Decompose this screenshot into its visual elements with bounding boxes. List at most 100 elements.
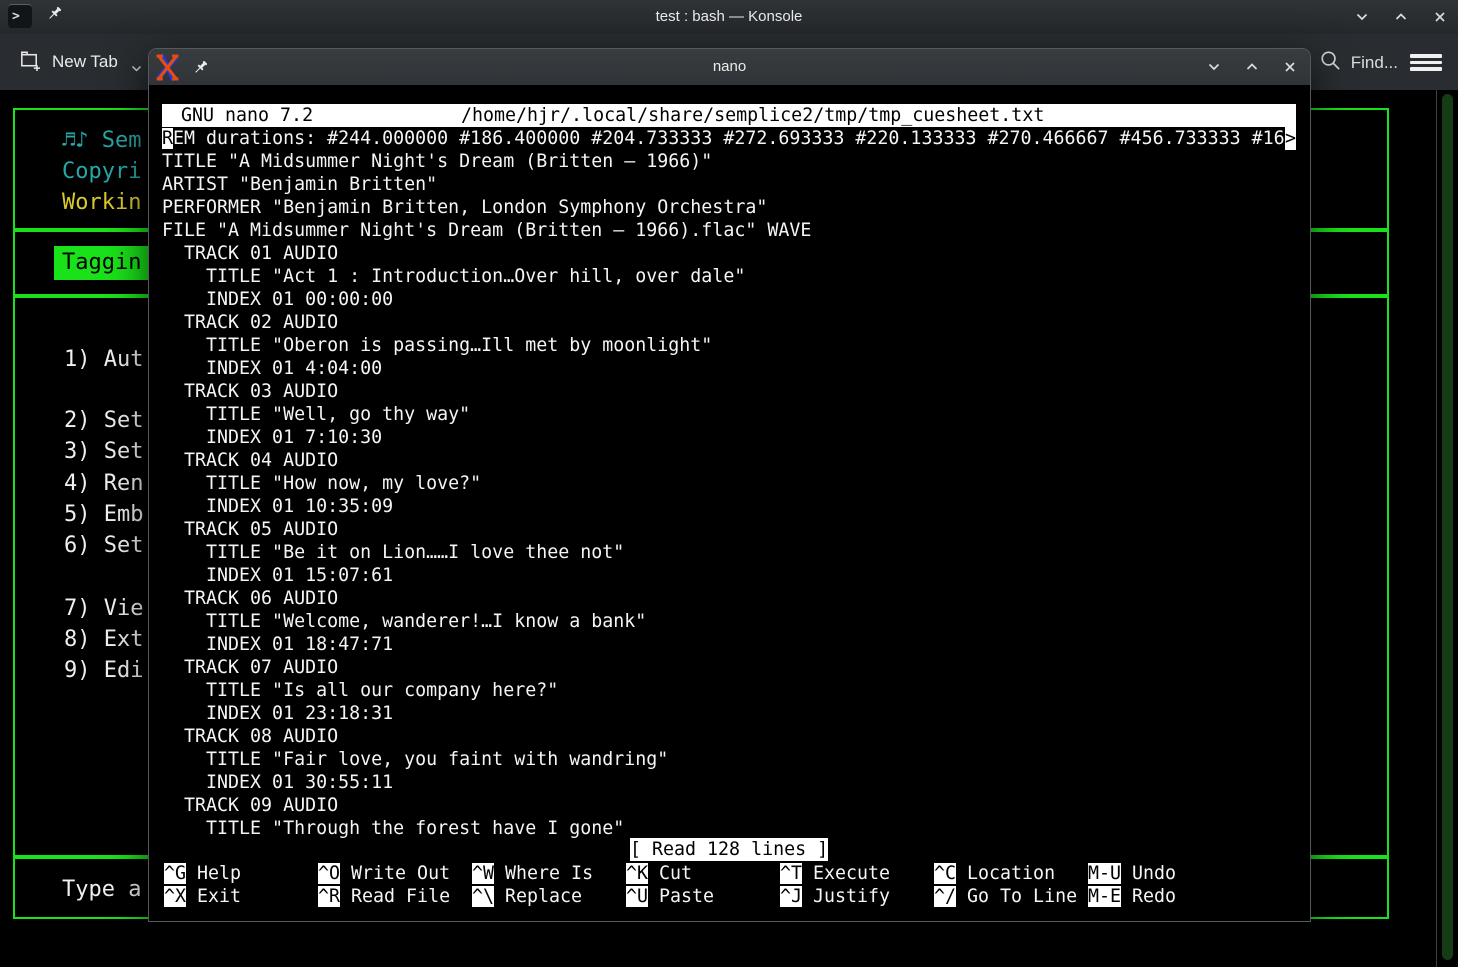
bg-highlighted-mode: Taggin [54, 246, 151, 280]
bg-menu-item: 1) Aut [64, 345, 143, 375]
new-tab-label: New Tab [52, 52, 118, 72]
shortcut-write-out: ^O Write Out [318, 862, 450, 885]
shortcut-key: ^J [780, 886, 802, 907]
nano-titlebar[interactable]: nano [149, 49, 1310, 85]
terminal-scrollbar[interactable] [1442, 94, 1453, 960]
maximize-icon[interactable] [1393, 9, 1409, 25]
editor-line: TITLE "How now, my love?" [162, 472, 1296, 495]
editor-line: TRACK 06 AUDIO [162, 587, 1296, 610]
editor-line: INDEX 01 00:00:00 [162, 288, 1296, 311]
shortcut-exit: ^X Exit [164, 885, 241, 908]
editor-line: INDEX 01 15:07:61 [162, 564, 1296, 587]
shortcut-go-to-line: ^/ Go To Line [934, 885, 1077, 908]
shortcut-redo: M-E Redo [1088, 885, 1176, 908]
shortcut-replace: ^\ Replace [472, 885, 582, 908]
minimize-icon[interactable] [1354, 9, 1370, 25]
editor-line: TRACK 02 AUDIO [162, 311, 1296, 334]
editor-line: TRACK 05 AUDIO [162, 518, 1296, 541]
shortcut-key: ^/ [934, 886, 956, 907]
shortcut-undo: M-U Undo [1088, 862, 1176, 885]
nano-window-title: nano [149, 49, 1310, 85]
find-label: Find... [1351, 53, 1398, 73]
editor-line: TRACK 09 AUDIO [162, 794, 1296, 817]
editor-lines: REM durations: #244.000000 #186.400000 #… [162, 85, 1296, 921]
editor-line: TRACK 08 AUDIO [162, 725, 1296, 748]
editor-line: TRACK 01 AUDIO [162, 242, 1296, 265]
xterm-icon [156, 54, 179, 86]
search-icon [1319, 49, 1342, 77]
editor-line: TITLE "Fair love, you faint with wandrin… [162, 748, 1296, 771]
editor-line: TITLE "Through the forest have I gone" [162, 817, 1296, 840]
bg-menu-item: 7) Vie [64, 594, 143, 624]
maximize-icon[interactable] [1244, 59, 1260, 75]
editor-line: TRACK 04 AUDIO [162, 449, 1296, 472]
shortcut-key: ^C [934, 863, 956, 884]
editor-line: TITLE "Act 1 : Introduction…Over hill, o… [162, 265, 1296, 288]
shortcut-key: ^G [164, 863, 186, 884]
editor-line: ARTIST "Benjamin Britten" [162, 173, 1296, 196]
shortcut-location: ^C Location [934, 862, 1055, 885]
shortcut-key: M-U [1088, 863, 1121, 884]
minimize-icon[interactable] [1206, 59, 1222, 75]
editor-line: INDEX 01 30:55:11 [162, 771, 1296, 794]
editor-line: INDEX 01 7:10:30 [162, 426, 1296, 449]
editor-line: INDEX 01 18:47:71 [162, 633, 1296, 656]
shortcut-paste: ^U Paste [626, 885, 714, 908]
editor-line: TITLE "Is all our company here?" [162, 679, 1296, 702]
editor-line: INDEX 01 23:18:31 [162, 702, 1296, 725]
find-button[interactable]: Find... [1319, 49, 1398, 77]
shortcut-execute: ^T Execute [780, 862, 890, 885]
editor-line: TITLE "Welcome, wanderer!…I know a bank" [162, 610, 1296, 633]
shortcut-cut: ^K Cut [626, 862, 692, 885]
shortcut-key: ^\ [472, 886, 494, 907]
bg-working-line: Workin [62, 188, 141, 218]
shortcut-key: ^O [318, 863, 340, 884]
bg-menu-item: 8) Ext [64, 625, 143, 655]
konsole-titlebar[interactable]: > test : bash — Konsole [0, 0, 1458, 34]
bg-menu-item: 9) Edi [64, 656, 143, 686]
new-tab-chevron-icon [131, 58, 142, 78]
editor-line: TITLE "Oberon is passing…Ill met by moon… [162, 334, 1296, 357]
new-tab-icon [18, 48, 41, 76]
shortcut-key: M-E [1088, 886, 1121, 907]
close-icon[interactable] [1282, 59, 1298, 75]
shortcut-key: ^T [780, 863, 802, 884]
nano-editor-area[interactable]: GNU nano 7.2 /home/hjr/.local/share/semp… [149, 85, 1310, 921]
close-icon[interactable] [1432, 9, 1448, 25]
bg-app-banner: ♬♪ Sem [62, 126, 141, 156]
editor-line: TITLE "Well, go thy way" [162, 403, 1296, 426]
scrollbar-track-divider [1436, 90, 1437, 967]
shortcut-help: ^G Help [164, 862, 241, 885]
pin-icon[interactable] [46, 5, 63, 27]
nano-window: nano GNU nano 7.2 /home/hjr/.local/share… [148, 48, 1311, 922]
editor-line: TRACK 03 AUDIO [162, 380, 1296, 403]
shortcut-key: ^R [318, 886, 340, 907]
new-tab-button[interactable]: New Tab [18, 47, 142, 77]
editor-line: TITLE "A Midsummer Night's Dream (Britte… [162, 150, 1296, 173]
shortcut-where-is: ^W Where Is [472, 862, 593, 885]
shortcut-justify: ^J Justify [780, 885, 890, 908]
editor-line: TITLE "Be it on Lion……I love thee not" [162, 541, 1296, 564]
bg-menu-item: 6) Set [64, 531, 143, 561]
shortcut-key: ^K [626, 863, 648, 884]
editor-line: INDEX 01 10:35:09 [162, 495, 1296, 518]
editor-line: REM durations: #244.000000 #186.400000 #… [162, 127, 1296, 150]
bg-menu-item: 5) Emb [64, 500, 143, 530]
bg-menu-item: 4) Ren [64, 469, 143, 499]
shortcut-key: ^U [626, 886, 648, 907]
window-title: test : bash — Konsole [0, 0, 1458, 34]
bg-menu-item: 2) Set [64, 406, 143, 436]
shortcut-read-file: ^R Read File [318, 885, 450, 908]
pin-icon[interactable] [192, 59, 209, 81]
editor-line: INDEX 01 4:04:00 [162, 357, 1296, 380]
shortcut-key: ^W [472, 863, 494, 884]
editor-line: FILE "A Midsummer Night's Dream (Britten… [162, 219, 1296, 242]
nano-status-message: [ Read 128 lines ] [630, 838, 828, 861]
editor-line: PERFORMER "Benjamin Britten, London Symp… [162, 196, 1296, 219]
bg-copyright-line: Copyri [62, 157, 141, 187]
konsole-app-icon: > [8, 4, 32, 28]
shortcut-key: ^X [164, 886, 186, 907]
hamburger-menu-icon[interactable] [1410, 54, 1442, 71]
bg-prompt-text: Type a [62, 875, 141, 905]
editor-cursor: R [162, 128, 173, 149]
